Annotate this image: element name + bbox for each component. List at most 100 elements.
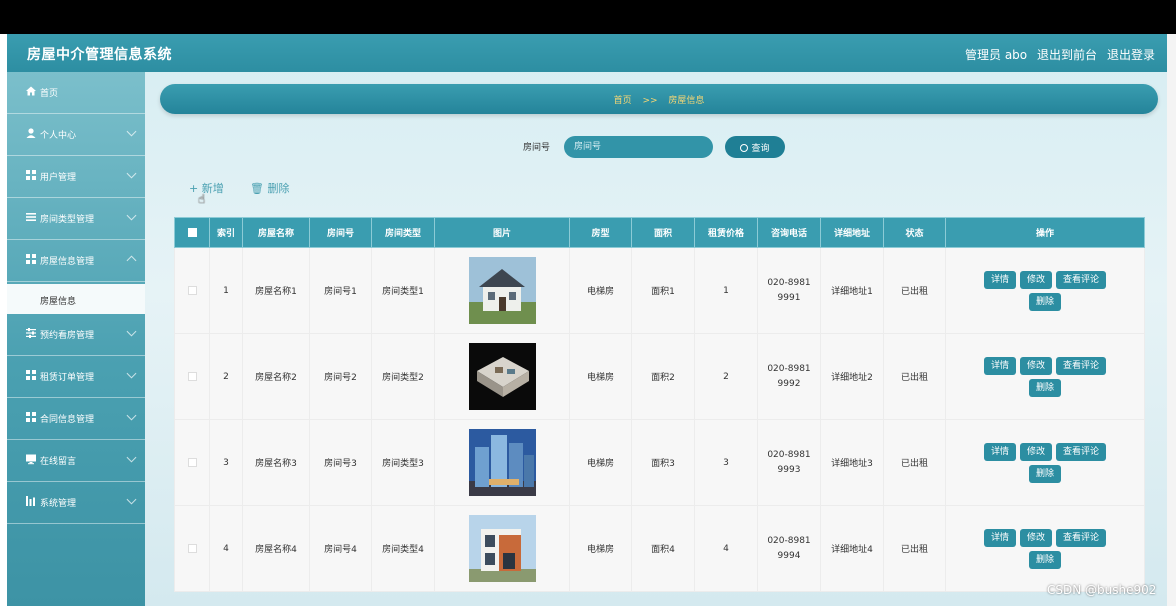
search-input[interactable] — [564, 136, 713, 158]
detail-button[interactable]: 详情 — [983, 442, 1016, 461]
column-header: 租赁价格 — [694, 217, 758, 248]
cell-phone: 020-89819992 — [757, 333, 821, 420]
window-right-frame — [1167, 34, 1176, 606]
delete-button[interactable]: 🗑 删除 — [250, 180, 289, 196]
cell-address: 详细地址3 — [820, 419, 884, 506]
cell-image — [434, 333, 570, 420]
cell-address: 详细地址1 — [820, 247, 884, 334]
sidebar-item-label: 用户管理 — [40, 173, 77, 183]
sidebar-item-room-types[interactable]: 房间类型管理 — [7, 198, 145, 240]
cell-name: 房屋名称2 — [242, 333, 310, 420]
view-comments-button[interactable]: 查看评论 — [1056, 356, 1107, 375]
house-photo-villa — [468, 257, 536, 324]
row-delete-button[interactable]: 删除 — [1028, 292, 1061, 311]
chevron-down-icon — [126, 168, 137, 179]
admin-label: 管理员 abo — [965, 48, 1028, 62]
cell-price: 1 — [694, 247, 758, 334]
cell-actions: 详情 修改 查看评论 删除 — [945, 247, 1145, 334]
sidebar-item-users[interactable]: 用户管理 — [7, 156, 145, 198]
chevron-down-icon — [126, 326, 137, 337]
cell-type: 房间类型2 — [371, 333, 435, 420]
row-delete-button[interactable]: 删除 — [1028, 378, 1061, 397]
sidebar-subitem-house-info[interactable]: 房屋信息 — [7, 284, 145, 314]
watermark: CSDN @bushe902 — [1047, 583, 1157, 597]
home-icon — [26, 86, 36, 96]
cell-type: 房间类型1 — [371, 247, 435, 334]
sidebar-item-label: 房屋信息管理 — [40, 257, 95, 267]
cell-room: 房间号4 — [309, 505, 372, 592]
cell-room: 房间号1 — [309, 247, 372, 334]
sidebar-item-label: 首页 — [40, 89, 59, 99]
sliders-icon — [26, 328, 36, 338]
cell-index: 4 — [209, 505, 243, 592]
row-checkbox[interactable] — [187, 371, 197, 381]
cell-price: 4 — [694, 505, 758, 592]
column-header: 房型 — [569, 217, 632, 248]
view-comments-button[interactable]: 查看评论 — [1056, 270, 1107, 289]
row-checkbox[interactable] — [187, 543, 197, 553]
sidebar-item-contracts[interactable]: 合同信息管理 — [7, 398, 145, 440]
search-button[interactable]: 查询 — [725, 136, 785, 158]
chevron-down-icon — [126, 452, 137, 463]
cell-actions: 详情 修改 查看评论 删除 — [945, 505, 1145, 592]
cell-type: 房间类型3 — [371, 419, 435, 506]
cell-index: 2 — [209, 333, 243, 420]
cell-layout: 电梯房 — [569, 505, 632, 592]
cell-actions: 详情 修改 查看评论 删除 — [945, 419, 1145, 506]
cell-name: 房屋名称3 — [242, 419, 310, 506]
cell-status: 已出租 — [883, 333, 946, 420]
edit-button[interactable]: 修改 — [1019, 442, 1052, 461]
sidebar-item-personal[interactable]: 个人中心 — [7, 114, 145, 156]
grid-icon — [26, 170, 36, 180]
search-icon — [740, 143, 749, 152]
table-row: 3 房屋名称3 房间号3 房间类型3 电梯房 面积3 3 020-8981999… — [174, 419, 1145, 506]
cell-index: 1 — [209, 247, 243, 334]
row-delete-button[interactable]: 删除 — [1028, 550, 1061, 569]
app-title: 房屋中介管理信息系统 — [27, 47, 172, 63]
row-delete-button[interactable]: 删除 — [1028, 464, 1061, 483]
sidebar-item-label: 租赁订单管理 — [40, 373, 95, 383]
row-checkbox[interactable] — [187, 457, 197, 467]
sidebar-item-home[interactable]: 首页 — [7, 72, 145, 114]
row-checkbox[interactable] — [187, 285, 197, 295]
row-select-cell — [174, 247, 210, 334]
column-header: 咨询电话 — [757, 217, 821, 248]
exit-to-front-link[interactable]: 退出到前台 — [1037, 46, 1097, 63]
column-header: 详细地址 — [820, 217, 884, 248]
view-comments-button[interactable]: 查看评论 — [1056, 442, 1107, 461]
detail-button[interactable]: 详情 — [983, 528, 1016, 547]
sidebar-item-house-info[interactable]: 房屋信息管理 — [7, 240, 145, 282]
detail-button[interactable]: 详情 — [983, 356, 1016, 375]
grid-icon — [26, 412, 36, 422]
select-all-checkbox[interactable] — [187, 227, 197, 237]
row-select-cell — [174, 505, 210, 592]
edit-button[interactable]: 修改 — [1019, 528, 1052, 547]
sidebar-item-system[interactable]: 系统管理 — [7, 482, 145, 524]
user-icon — [26, 128, 36, 138]
edit-button[interactable]: 修改 — [1019, 270, 1052, 289]
add-button[interactable]: + 新增 — [189, 180, 224, 196]
sidebar-subitem-label: 房屋信息 — [40, 297, 77, 307]
sidebar-item-messages[interactable]: 在线留言 — [7, 440, 145, 482]
select-all-header[interactable] — [174, 217, 210, 248]
breadcrumb-home[interactable]: 首页 — [614, 96, 632, 106]
view-comments-button[interactable]: 查看评论 — [1056, 528, 1107, 547]
sidebar-item-rental-orders[interactable]: 租赁订单管理 — [7, 356, 145, 398]
edit-button[interactable]: 修改 — [1019, 356, 1052, 375]
chevron-down-icon — [126, 368, 137, 379]
sidebar-item-viewing[interactable]: 预约看房管理 — [7, 314, 145, 356]
monitor-icon — [26, 454, 36, 465]
search-button-label: 查询 — [751, 143, 770, 154]
cell-address: 详细地址4 — [820, 505, 884, 592]
row-select-cell — [174, 333, 210, 420]
cell-area: 面积2 — [631, 333, 695, 420]
sidebar-item-label: 系统管理 — [40, 499, 77, 509]
cell-layout: 电梯房 — [569, 419, 632, 506]
cell-area: 面积1 — [631, 247, 695, 334]
column-header: 索引 — [209, 217, 243, 248]
detail-button[interactable]: 详情 — [983, 270, 1016, 289]
column-header: 状态 — [883, 217, 946, 248]
grid-icon — [26, 370, 36, 380]
house-photo-towers — [468, 429, 536, 496]
logout-link[interactable]: 退出登录 — [1107, 46, 1155, 63]
